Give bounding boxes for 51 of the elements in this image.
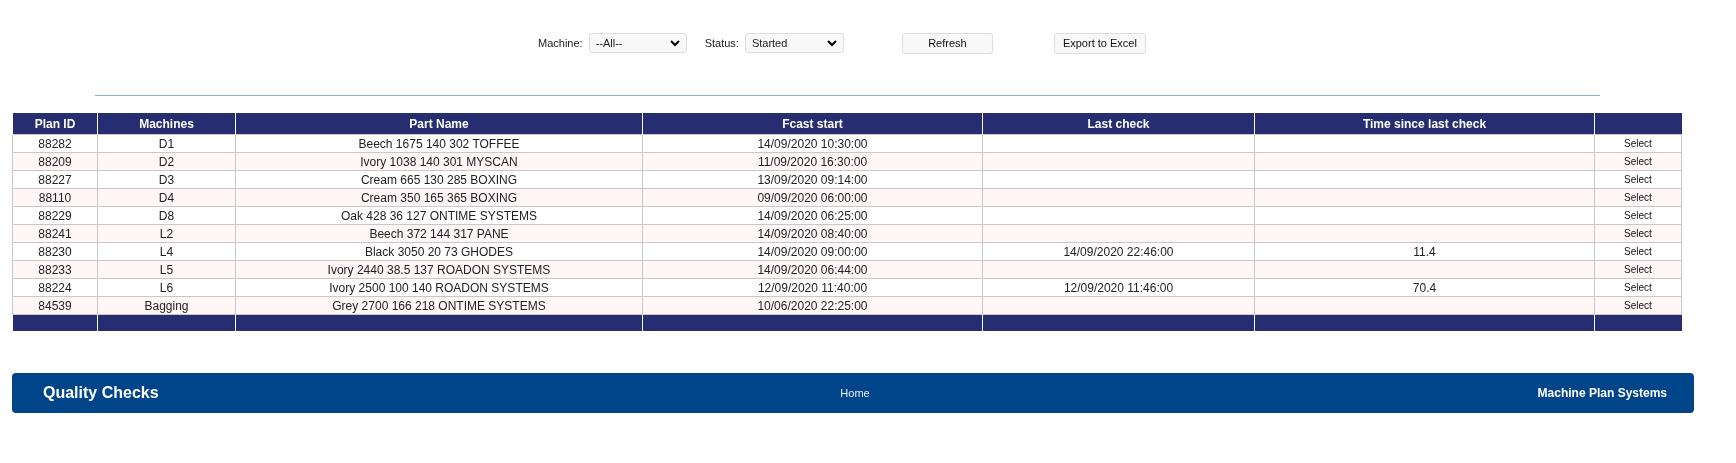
- table-cell: Black 3050 20 73 GHODES: [235, 242, 643, 261]
- dropdown[interactable]: --All--: [588, 33, 687, 53]
- table-cell: 14/09/2020 09:00:00: [642, 242, 983, 261]
- brand-name: Machine Plan Systems: [1536, 386, 1667, 400]
- table-cell: D3: [97, 170, 236, 189]
- table-cell: 88229: [12, 206, 98, 225]
- column-header: Machines: [97, 113, 236, 135]
- table-cell: 88227: [12, 170, 98, 189]
- app-title: Quality Checks: [43, 384, 160, 402]
- filter-label: Machine:: [538, 37, 583, 49]
- select-link[interactable]: Select: [1624, 246, 1652, 257]
- select-link[interactable]: Select: [1624, 210, 1652, 221]
- table-cell: Beech 1675 140 302 TOFFEE: [235, 134, 643, 153]
- table-cell: L6: [97, 278, 236, 297]
- column-header: Fcast start: [642, 113, 983, 135]
- table-cell: 14/09/2020 22:46:00: [982, 242, 1255, 261]
- column-header: Part Name: [235, 113, 643, 135]
- table-cell: 11.4: [1254, 242, 1595, 261]
- home-link[interactable]: Home: [840, 387, 870, 399]
- column-header: Time since last check: [1254, 113, 1595, 135]
- dropdown[interactable]: Started: [744, 33, 844, 53]
- table-cell: 12/09/2020 11:46:00: [982, 278, 1255, 297]
- chevron-icon: [669, 39, 680, 47]
- table-cell: Oak 428 36 127 ONTIME SYSTEMS: [235, 206, 643, 225]
- column-header: Plan ID: [12, 113, 98, 135]
- select-link[interactable]: Select: [1624, 264, 1652, 275]
- table-cell: Cream 665 130 285 BOXING: [235, 170, 643, 189]
- chevron-icon: [826, 39, 837, 47]
- table-cell: 88224: [12, 278, 98, 297]
- table-cell: L4: [97, 242, 236, 261]
- select-link[interactable]: Select: [1624, 282, 1652, 293]
- select-link[interactable]: Select: [1624, 174, 1652, 185]
- select-link[interactable]: Select: [1624, 228, 1652, 239]
- table-cell: 14/09/2020 10:30:00: [642, 134, 983, 153]
- action-button[interactable]: Export to Excel: [1053, 32, 1146, 54]
- select-link[interactable]: Select: [1624, 192, 1652, 203]
- select-link[interactable]: Select: [1624, 300, 1652, 311]
- table-cell: 13/09/2020 09:14:00: [642, 170, 983, 189]
- column-header: Last check: [982, 113, 1255, 135]
- table-cell: Ivory 2500 100 140 ROADON SYSTEMS: [235, 278, 643, 297]
- table-cell: 12/09/2020 11:40:00: [642, 278, 983, 297]
- table-cell: 88282: [12, 134, 98, 153]
- table-cell: 14/09/2020 06:25:00: [642, 206, 983, 225]
- table-cell: D1: [97, 134, 236, 153]
- action-button[interactable]: Refresh: [901, 32, 993, 54]
- table-cell: 88230: [12, 242, 98, 261]
- table-cell: 70.4: [1254, 278, 1595, 297]
- table-cell: D8: [97, 206, 236, 225]
- select-link[interactable]: Select: [1624, 156, 1652, 167]
- select-link[interactable]: Select: [1624, 138, 1652, 149]
- filter-label: Status:: [704, 37, 739, 49]
